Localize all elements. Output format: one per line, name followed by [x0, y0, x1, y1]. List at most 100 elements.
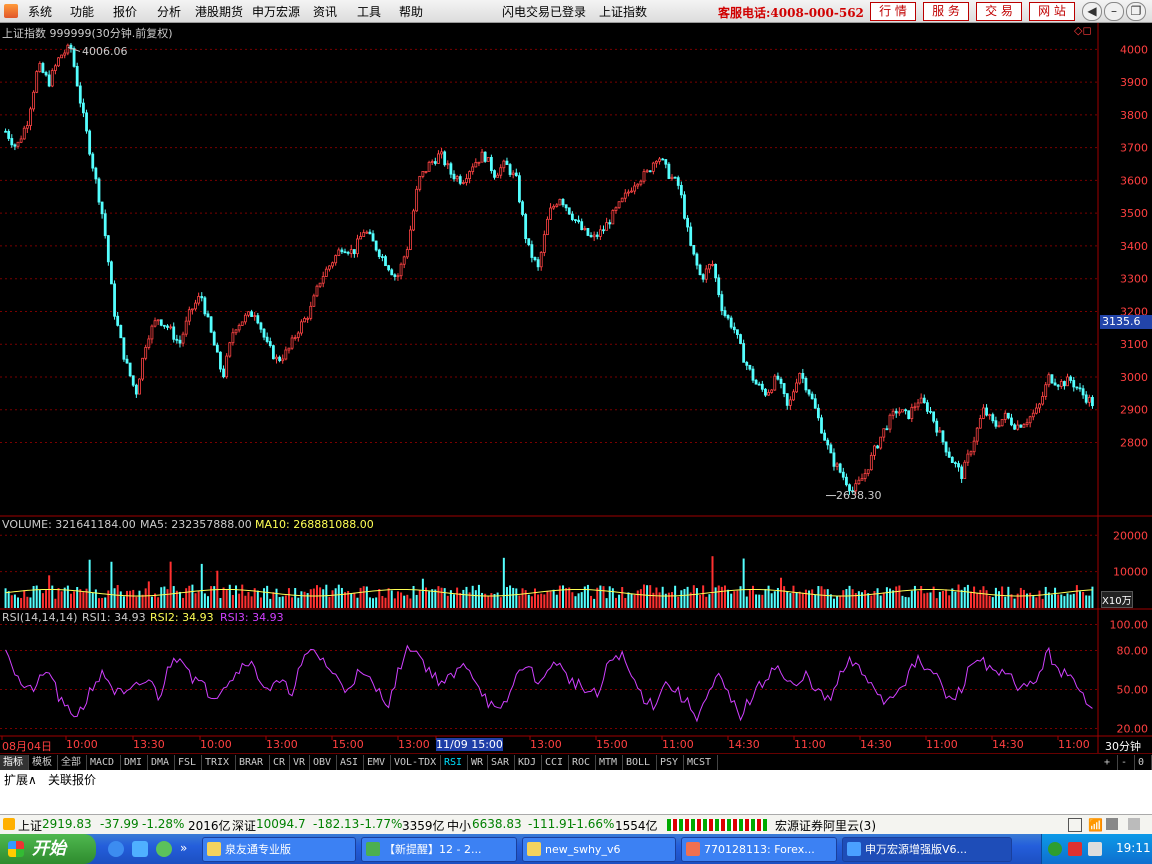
tab-control-2[interactable]: 0: [1135, 755, 1152, 770]
indicator-tab-macd[interactable]: MACD: [87, 755, 121, 770]
browser-icon[interactable]: [156, 841, 172, 857]
indicator-tab-emv[interactable]: EMV: [364, 755, 391, 770]
task-new-reminder[interactable]: 【新提醒】12 - 2...: [361, 837, 517, 862]
tray-status-icon[interactable]: [1048, 842, 1062, 856]
volume-bar: [671, 592, 674, 608]
candle: [284, 349, 288, 360]
task-forex[interactable]: 770128113: Forex...: [681, 837, 837, 862]
menu-item-quote[interactable]: 报价: [113, 3, 137, 20]
indicator-tab-vr[interactable]: VR: [290, 755, 310, 770]
menu-item-system[interactable]: 系统: [28, 3, 52, 20]
candle: [365, 231, 369, 234]
indicator-tab-mcst[interactable]: MCST: [684, 755, 718, 770]
indicator-tab-dmi[interactable]: DMI: [121, 755, 148, 770]
start-button[interactable]: 开始: [0, 834, 96, 864]
expand-quicklaunch-icon[interactable]: »: [180, 841, 196, 857]
indicator-tab-asi[interactable]: ASI: [337, 755, 364, 770]
candle: [387, 265, 391, 271]
volume-bar: [104, 597, 107, 608]
settings-icon[interactable]: [1106, 818, 1118, 830]
chart-area[interactable]: 2800 2900 3000 3100 3200 3300 3400 3500 3600 3700…: [0, 23, 1152, 753]
indicator-tab-kdj[interactable]: KDJ: [515, 755, 542, 770]
indicator-tab-全部[interactable]: 全部: [58, 755, 87, 770]
candle: [209, 316, 213, 333]
indicator-tab-roc[interactable]: ROC: [569, 755, 596, 770]
indicator-tab-obv[interactable]: OBV: [310, 755, 337, 770]
candle: [1041, 396, 1045, 405]
indicator-tab-trix[interactable]: TRIX: [202, 755, 236, 770]
menu-item-tools[interactable]: 工具: [357, 3, 381, 20]
candle: [328, 265, 331, 270]
volume-bar: [119, 591, 122, 608]
candle: [259, 322, 263, 330]
indicator-tab-rsi[interactable]: RSI: [441, 755, 468, 770]
login-status: 闪电交易已登录: [502, 5, 587, 19]
volume-bar: [509, 585, 512, 608]
tray-sound-icon[interactable]: [1088, 842, 1102, 856]
indicator-tab-mtm[interactable]: MTM: [596, 755, 623, 770]
window-icon[interactable]: [1068, 818, 1082, 832]
sh-name[interactable]: 上证: [18, 817, 42, 834]
tab-control-0[interactable]: +: [1101, 755, 1118, 770]
indicator-tab-boll[interactable]: BOLL: [623, 755, 657, 770]
market-button[interactable]: 行 情: [870, 2, 916, 21]
indicator-tab-vol-tdx[interactable]: VOL-TDX: [391, 755, 441, 770]
desktop-icon[interactable]: [132, 841, 148, 857]
indicator-tab-wr[interactable]: WR: [468, 755, 488, 770]
chart-svg[interactable]: 2800290030003100320033003400350036003700…: [0, 23, 1152, 753]
menu-item-help[interactable]: 帮助: [399, 3, 423, 20]
task-quanyoutong[interactable]: 泉友通专业版: [202, 837, 356, 862]
indicator-tab-模板[interactable]: 模板: [29, 755, 58, 770]
tray-security-icon[interactable]: [1068, 842, 1082, 856]
sz-name[interactable]: 深证: [232, 817, 256, 834]
server-name[interactable]: 宏源证券阿里云(3): [775, 817, 876, 834]
indicator-tab-sar[interactable]: SAR: [488, 755, 515, 770]
price-tick-label: 3400: [1120, 240, 1148, 253]
menu-item-news[interactable]: 资讯: [313, 3, 337, 20]
ie-icon[interactable]: [108, 841, 124, 857]
service-button[interactable]: 服 务: [923, 2, 969, 21]
candle: [287, 347, 291, 351]
indicator-tab-fsl[interactable]: FSL: [175, 755, 202, 770]
menu-item-function[interactable]: 功能: [70, 3, 94, 20]
menu-item-analysis[interactable]: 分析: [157, 3, 181, 20]
task-swhy-enhanced[interactable]: 申万宏源增强版V6...: [842, 837, 1012, 862]
indicator-tab-dma[interactable]: DMA: [148, 755, 175, 770]
candle: [128, 362, 132, 377]
menu-item-hk-futures[interactable]: 港股期货: [195, 3, 243, 20]
candle: [795, 382, 798, 393]
minimize-icon[interactable]: –: [1104, 2, 1124, 21]
tab-control-1[interactable]: -: [1118, 755, 1135, 770]
candle: [994, 420, 998, 427]
back-icon[interactable]: ◀: [1082, 2, 1102, 21]
candle: [751, 368, 755, 381]
volume-bar: [465, 586, 468, 608]
signal-icon[interactable]: 📶: [1088, 818, 1103, 832]
volume-bar: [692, 585, 695, 608]
candle: [574, 219, 577, 221]
task-new-swhy[interactable]: new_swhy_v6: [522, 837, 676, 862]
candle: [262, 328, 266, 338]
zx-name[interactable]: 中小: [447, 817, 471, 834]
alert-icon[interactable]: [3, 818, 15, 830]
trade-button[interactable]: 交 易: [976, 2, 1022, 21]
candle: [636, 183, 640, 187]
diamond-icon[interactable]: ◇◻: [1074, 24, 1092, 37]
indicator-tab-cr[interactable]: CR: [270, 755, 290, 770]
indicator-tab-cci[interactable]: CCI: [542, 755, 569, 770]
indicator-tab-brar[interactable]: BRAR: [236, 755, 270, 770]
candle: [66, 44, 70, 54]
candle: [384, 256, 387, 267]
indicator-tab-psy[interactable]: PSY: [657, 755, 684, 770]
volume-bar: [574, 596, 577, 608]
candle: [437, 153, 440, 164]
volume-bar: [586, 584, 589, 608]
website-button[interactable]: 网 站: [1029, 2, 1075, 21]
volume-bar: [135, 596, 138, 608]
lock-icon[interactable]: [1128, 818, 1140, 830]
sh-pct: -1.28%: [142, 817, 185, 831]
close-icon[interactable]: [1128, 2, 1150, 20]
indicator-tab-指标[interactable]: 指标: [0, 755, 29, 770]
period-label[interactable]: 30分钟: [1105, 738, 1141, 754]
menu-item-swhy[interactable]: 申万宏源: [252, 3, 300, 20]
